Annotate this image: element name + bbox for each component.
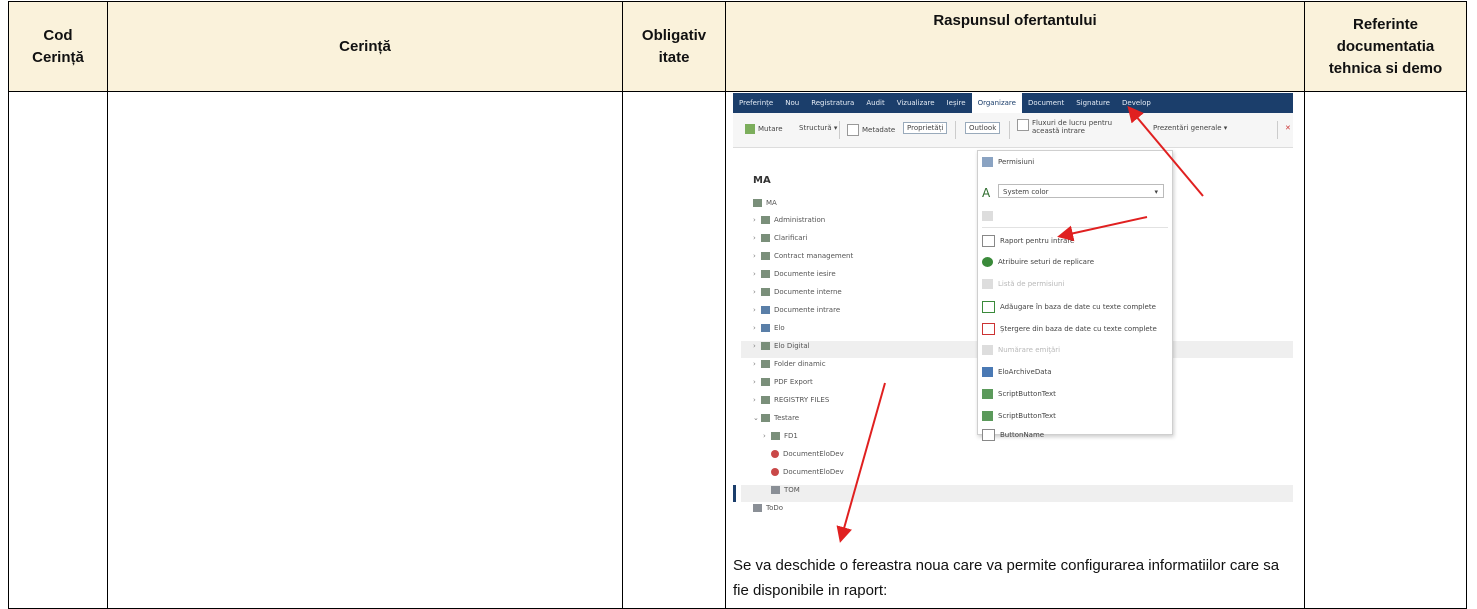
cell-cerinta bbox=[108, 92, 623, 609]
app-screenshot: Preferințe Nou Registratura Audit Vizual… bbox=[733, 93, 1293, 550]
arrow-to-tom bbox=[836, 382, 886, 543]
header-referinte: Referinte documentatia tehnica si demo bbox=[1305, 1, 1467, 92]
cell-obligativitate bbox=[623, 92, 726, 609]
header-cod-cerinta: Cod Cerință bbox=[8, 1, 108, 92]
annotation-arrows bbox=[836, 105, 1204, 543]
cell-referinte bbox=[1305, 92, 1467, 609]
header-raspuns: Raspunsul ofertantului bbox=[726, 1, 1305, 92]
cell-cod bbox=[8, 92, 108, 609]
header-obligativitate: Obligativ itate bbox=[623, 1, 726, 92]
response-text: Se va deschide o fereastra noua care va … bbox=[733, 557, 1280, 599]
arrow-to-organizare bbox=[1127, 105, 1204, 197]
arrow-to-raport bbox=[1057, 216, 1148, 242]
header-cerinta: Cerință bbox=[108, 1, 623, 92]
